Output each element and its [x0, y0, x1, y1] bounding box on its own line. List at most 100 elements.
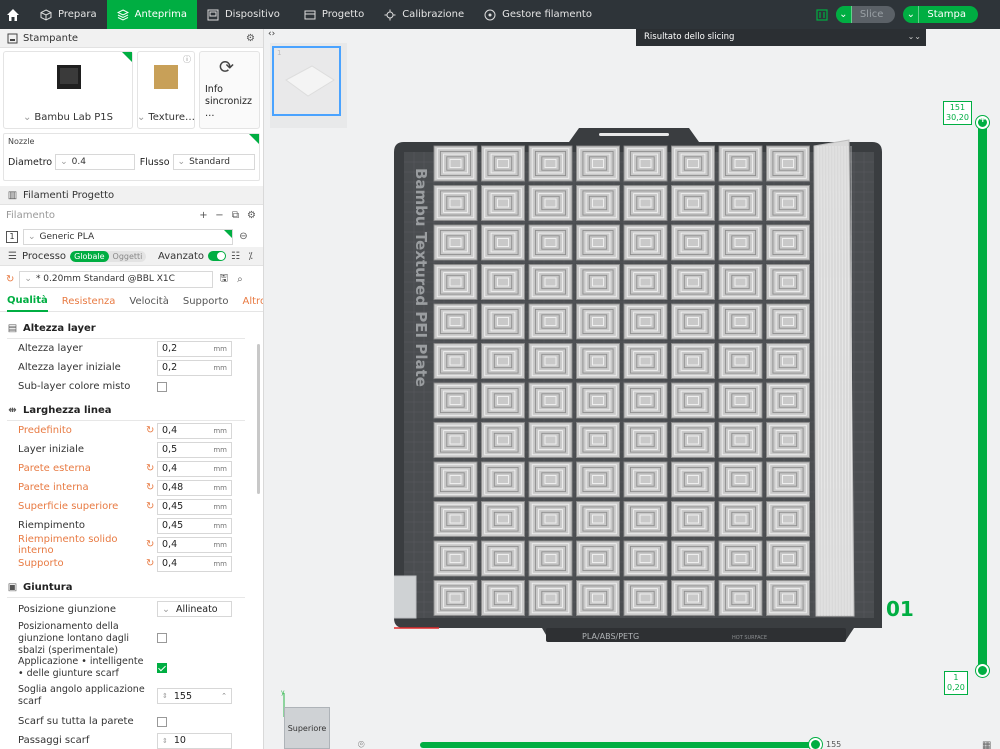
plus-icon[interactable]: +: [979, 115, 987, 125]
seam-away-checkbox[interactable]: [157, 633, 167, 643]
initial-layer-height-input[interactable]: 0,2 mm: [157, 359, 232, 376]
settings-scrollbar[interactable]: [257, 344, 260, 494]
tab-anteprima[interactable]: Anteprima: [106, 0, 197, 29]
tab-velocita[interactable]: Velocità: [129, 292, 168, 312]
tab-supporto[interactable]: Supporto: [183, 292, 229, 312]
slice-result-panel[interactable]: Risultato dello slicing ⌄⌄: [636, 29, 926, 46]
list-icon[interactable]: ☷: [230, 251, 241, 262]
printer-card[interactable]: ⌄ Bambu Lab P1S: [3, 51, 133, 129]
tab-resistenza[interactable]: Resistenza: [62, 292, 116, 312]
add-icon[interactable]: +: [198, 210, 209, 221]
sliced-object: [528, 382, 573, 419]
reset-icon[interactable]: ↻: [146, 425, 154, 436]
home-button[interactable]: [0, 0, 26, 29]
sync-button[interactable]: ⟳ Info sincronizz…: [199, 51, 260, 129]
collapse-icon[interactable]: ‹›: [268, 29, 275, 39]
scarf-seam-checkbox[interactable]: [157, 663, 167, 673]
gear-icon[interactable]: ⚙: [246, 210, 257, 221]
print-button[interactable]: ⌄ Stampa: [903, 6, 978, 23]
remove-filament-icon[interactable]: ⊖: [238, 231, 249, 242]
line-width-input[interactable]: 0,4 mm: [157, 460, 232, 477]
scarf-entire-wall-checkbox[interactable]: [157, 716, 167, 727]
search-icon[interactable]: ⌕: [234, 274, 245, 285]
move-slider[interactable]: [420, 742, 816, 748]
reset-icon[interactable]: ↻: [146, 501, 154, 512]
param-label: Passaggi scarf: [18, 735, 90, 746]
tab-prepara[interactable]: Prepara: [26, 0, 107, 29]
global-option[interactable]: Globale: [70, 250, 109, 262]
printer-select[interactable]: ⌄ Bambu Lab P1S: [23, 112, 113, 123]
printer-section-header: Stampante ⚙: [0, 29, 263, 48]
sliced-object: [671, 264, 715, 300]
mixed-color-checkbox[interactable]: [157, 381, 167, 392]
advanced-toggle[interactable]: [208, 251, 226, 261]
diameter-select[interactable]: ⌄ 0.4: [55, 154, 135, 170]
preset-select[interactable]: ⌄ * 0.20mm Standard @BBL X1C: [19, 270, 214, 288]
publish-icon[interactable]: [816, 8, 828, 21]
line-width-input[interactable]: 0,45 mm: [157, 498, 232, 515]
layer-height-icon: ▤: [7, 323, 18, 334]
chevron-down-icon[interactable]: ⌄: [835, 6, 852, 23]
tab-qualita[interactable]: Qualità: [7, 292, 48, 312]
scarf-steps-stepper[interactable]: ⇕ 10: [157, 732, 232, 749]
preset-name: * 0.20mm Standard @BBL X1C: [35, 274, 175, 284]
layer-height-input[interactable]: 0,2 mm: [157, 340, 232, 357]
flow-select[interactable]: ⌄ Standard: [172, 154, 255, 170]
compare-icon[interactable]: ⁒: [245, 251, 256, 262]
line-width-input[interactable]: 0,4 mm: [157, 555, 232, 572]
grid-view-icon[interactable]: ▦: [982, 740, 991, 749]
param-label: Posizione giunzione: [18, 603, 117, 615]
camera-icon[interactable]: ⌾: [358, 738, 365, 749]
objects-option[interactable]: Oggetti: [109, 251, 147, 262]
tab-gestore-filamento[interactable]: Gestore filamento: [474, 0, 602, 29]
chevron-down-icon[interactable]: ⌄⌄: [908, 32, 921, 41]
reset-icon[interactable]: ↻: [146, 463, 154, 474]
view-cube[interactable]: Superiore: [284, 707, 330, 749]
filament-item[interactable]: 1 ⌄ Generic PLA ⊖: [0, 226, 263, 247]
plate-select[interactable]: ⌄ Texture…: [137, 112, 195, 123]
reset-icon[interactable]: ↻: [146, 539, 154, 550]
filament-select[interactable]: ⌄ Generic PLA: [23, 228, 233, 245]
plate-card[interactable]: ⓘ ⌄ Texture…: [137, 51, 195, 129]
scarf-threshold-stepper[interactable]: ⇕ 155 ⌃: [157, 688, 232, 704]
plate-thumbnail[interactable]: 1: [272, 46, 341, 116]
layer-bottom-handle[interactable]: [976, 664, 989, 677]
line-width-input[interactable]: 0,5 mm: [157, 441, 232, 458]
slice-button[interactable]: ⌄ Slice: [835, 6, 896, 23]
tab-calibrazione[interactable]: Calibrazione: [374, 0, 474, 29]
tab-label: Prepara: [58, 9, 97, 20]
process-icon: ☰: [8, 250, 17, 262]
sliced-object: [481, 224, 525, 261]
line-width-input[interactable]: 0,45 mm: [157, 517, 232, 534]
param-value: 0,45: [162, 520, 184, 531]
stepper-arrows-icon[interactable]: ⌃: [221, 692, 227, 700]
sliced-object: [766, 540, 810, 577]
save-icon[interactable]: 🖫: [218, 273, 229, 285]
sliced-object: [433, 382, 478, 419]
line-width-input[interactable]: 0,4 mm: [157, 422, 232, 439]
reset-icon[interactable]: ↻: [146, 558, 154, 569]
chevron-down-icon[interactable]: ⌄: [903, 6, 920, 23]
info-icon[interactable]: ⓘ: [183, 54, 191, 65]
gear-icon[interactable]: ⚙: [245, 33, 256, 44]
reset-icon[interactable]: ↻: [146, 482, 154, 493]
filament-toolbar: Filamento + − ⧉ ⚙: [0, 205, 263, 226]
line-width-input[interactable]: 0,4 mm: [157, 536, 232, 553]
tab-dispositivo[interactable]: Dispositivo: [197, 0, 290, 29]
move-slider-handle[interactable]: [809, 738, 822, 749]
device-icon: [207, 9, 219, 20]
line-width-input[interactable]: 0,48 mm: [157, 479, 232, 496]
sliced-object: [576, 382, 620, 419]
tab-altro[interactable]: Altro: [243, 292, 263, 312]
layer-slider[interactable]: [978, 122, 987, 670]
stepper-arrows-icon[interactable]: ⇕: [162, 737, 168, 745]
seam-position-select[interactable]: ⌄ Allineato: [157, 601, 232, 617]
global-toggle[interactable]: Globale Oggetti: [70, 250, 147, 262]
reset-icon[interactable]: ↻: [6, 274, 14, 285]
stepper-arrows-icon[interactable]: ⇕: [162, 692, 168, 700]
tab-progetto[interactable]: Progetto: [290, 0, 374, 29]
remove-icon[interactable]: −: [214, 210, 225, 221]
sync-filament-icon[interactable]: ⧉: [230, 210, 241, 221]
sliced-object: [481, 303, 525, 340]
3d-viewport[interactable]: ‹› 1 Risultato dello slicing ⌄⌄ Bambu Te…: [264, 29, 1000, 749]
